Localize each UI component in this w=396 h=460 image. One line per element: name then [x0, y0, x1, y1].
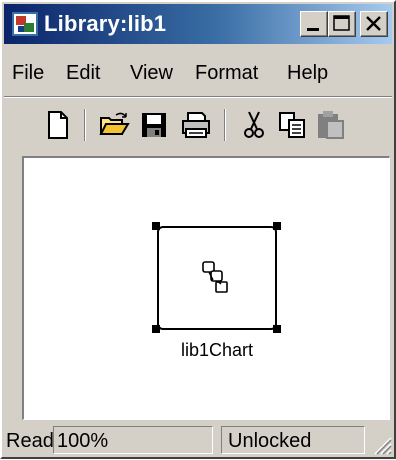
- stateflow-chart-icon: [202, 261, 228, 293]
- toolbar: [4, 96, 392, 155]
- model-canvas[interactable]: lib1Chart: [22, 156, 390, 420]
- paste-button: [314, 109, 346, 141]
- maximize-icon: [333, 15, 350, 31]
- close-icon: [366, 16, 381, 31]
- status-zoom: 100%: [57, 430, 109, 452]
- cut-button[interactable]: [238, 109, 270, 141]
- library-window: Library:lib1 File Edit View Format Help: [0, 0, 396, 459]
- status-bar: Read 100% Unlocked: [4, 424, 394, 457]
- status-lock-pane: Unlocked: [221, 426, 365, 454]
- selection-handle-top-left[interactable]: [152, 222, 160, 230]
- close-button[interactable]: [360, 11, 388, 37]
- open-button[interactable]: [98, 109, 130, 141]
- menu-edit[interactable]: Edit: [66, 62, 100, 85]
- paste-icon: [318, 111, 344, 139]
- save-button[interactable]: [138, 109, 170, 141]
- status-lock: Unlocked: [228, 430, 312, 452]
- menu-view[interactable]: View: [130, 62, 173, 85]
- new-button[interactable]: [42, 109, 74, 141]
- block-label[interactable]: lib1Chart: [157, 340, 277, 361]
- open-folder-icon: [99, 112, 130, 135]
- simulink-library-icon: [12, 12, 38, 36]
- status-zoom-pane: 100%: [53, 426, 213, 454]
- menu-bar: File Edit View Format Help: [4, 54, 394, 92]
- chart-block[interactable]: [157, 226, 277, 330]
- menu-help[interactable]: Help: [287, 62, 328, 85]
- print-button[interactable]: [180, 109, 212, 141]
- selection-handle-bottom-left[interactable]: [152, 325, 160, 333]
- toolbar-separator: [224, 109, 226, 141]
- menu-format[interactable]: Format: [195, 62, 258, 85]
- cut-icon: [244, 111, 264, 138]
- minimize-icon: [307, 28, 319, 31]
- copy-icon: [279, 112, 305, 138]
- maximize-button[interactable]: [328, 11, 356, 37]
- selection-handle-bottom-right[interactable]: [273, 325, 281, 333]
- selection-handle-top-right[interactable]: [273, 222, 281, 230]
- menu-file[interactable]: File: [12, 62, 44, 85]
- print-icon: [182, 112, 210, 138]
- save-icon: [142, 113, 166, 137]
- status-mode: Read: [6, 430, 54, 452]
- minimize-button[interactable]: [300, 11, 328, 37]
- toolbar-separator: [84, 109, 86, 141]
- resize-grip-icon[interactable]: [370, 433, 392, 455]
- copy-button[interactable]: [276, 109, 308, 141]
- new-file-icon: [48, 111, 68, 139]
- title-bar[interactable]: Library:lib1: [4, 4, 392, 44]
- window-title: Library:lib1: [44, 11, 167, 36]
